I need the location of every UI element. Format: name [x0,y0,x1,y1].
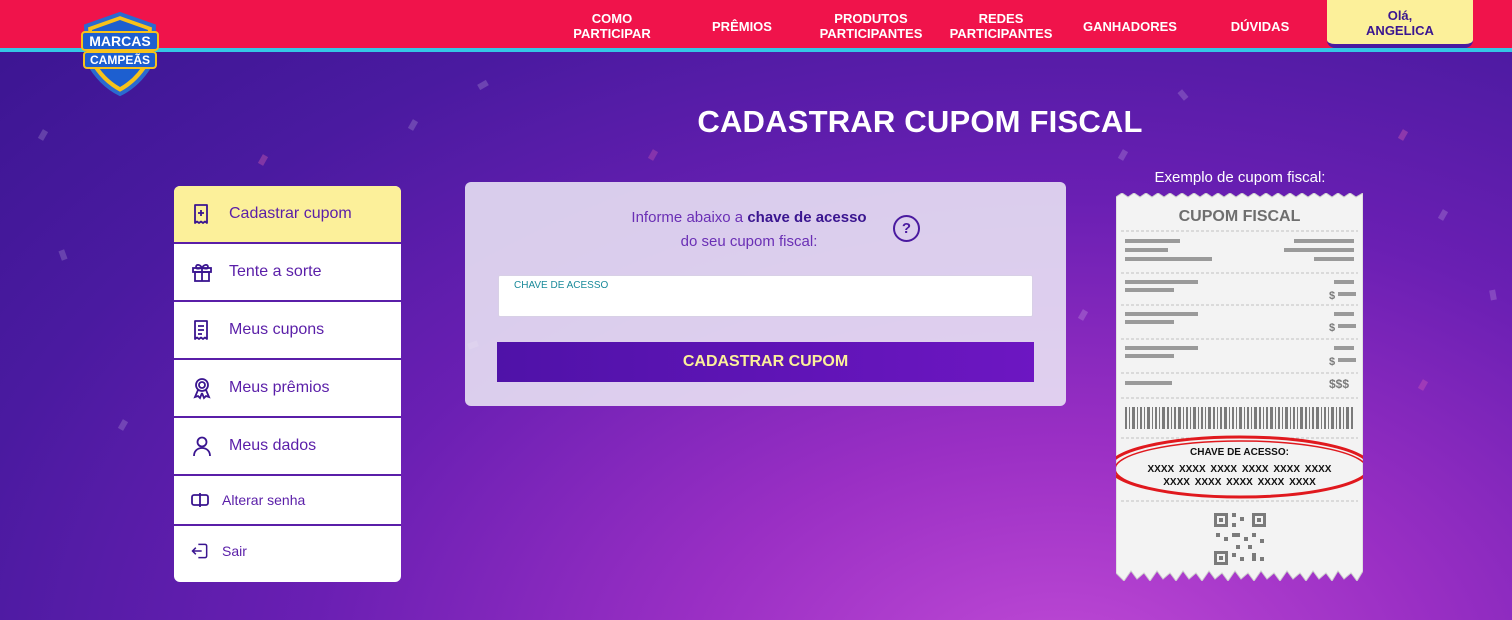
sidebar-item-label: Cadastrar cupom [229,205,352,222]
svg-text:$$$: $$$ [1329,377,1349,391]
sidebar-item-sair[interactable]: Sair [174,526,401,576]
password-icon [190,488,210,512]
svg-text:$: $ [1329,322,1335,334]
sidebar-item-meus-premios[interactable]: Meus prêmios [174,360,401,418]
sidebar-item-label: Meus dados [229,437,317,454]
nav-redes-participantes[interactable]: REDES PARTICIPANTES [945,0,1057,52]
marcas-campeas-logo[interactable]: MARCAS CAMPEÃS [80,11,160,97]
receipt-example-caption: Exemplo de cupom fiscal: [1154,169,1326,186]
page-title: CADASTRAR CUPOM FISCAL [697,104,1143,139]
help-icon[interactable]: ? [893,215,920,242]
instruction-suffix: do seu cupom fiscal: [680,233,818,250]
instruction-prefix: Informe abaixo a [631,209,748,226]
sidebar-item-label: Sair [222,543,247,559]
register-coupon-button[interactable]: CADASTRAR CUPOM [497,342,1034,382]
sidebar-item-tente-a-sorte[interactable]: Tente a sorte [174,244,401,302]
access-key-field[interactable]: CHAVE DE ACESSO [498,275,1033,317]
receipt-list-icon [190,318,214,342]
receipt-add-icon [190,202,214,226]
nav-duvidas[interactable]: DÚVIDAS [1220,0,1300,52]
sidebar-item-meus-dados[interactable]: Meus dados [174,418,401,476]
account-sidebar: Cadastrar cupom Tente a sorte Meus cupon… [174,186,401,582]
sidebar-item-cadastrar-cupom[interactable]: Cadastrar cupom [174,186,401,244]
sidebar-item-label: Alterar senha [222,492,306,508]
svg-text:CAMPEÃS: CAMPEÃS [90,52,150,67]
receipt-access-key-line1: XXXX XXXX XXXX XXXX XXXX XXXX [1147,464,1332,475]
receipt-example-image: $ $ $ $$$ CUPOM FISCAL CHAVE DE ACESSO: … [1116,193,1363,581]
receipt-access-key-line2: XXXX XXXX XXXX XXXX XXXX [1163,477,1316,488]
sidebar-item-meus-cupons[interactable]: Meus cupons [174,302,401,360]
svg-text:$: $ [1329,290,1335,302]
instruction-text: Informe abaixo a chave de acesso do seu … [599,206,899,254]
nav-produtos-participantes[interactable]: PRODUTOS PARTICIPANTES [815,0,927,52]
instruction-bold: chave de acesso [747,209,867,226]
svg-text:$: $ [1329,356,1335,368]
gift-icon [190,260,214,284]
sidebar-item-label: Meus cupons [229,321,325,338]
nav-premios[interactable]: PRÊMIOS [705,0,779,52]
user-icon [190,434,214,458]
sidebar-item-label: Meus prêmios [229,379,330,396]
sidebar-item-alterar-senha[interactable]: Alterar senha [174,476,401,526]
award-icon [190,376,214,400]
nav-ganhadores[interactable]: GANHADORES [1078,0,1182,52]
user-menu-button[interactable]: Olá, ANGELICA [1327,0,1473,48]
access-key-label: CHAVE DE ACESSO [514,280,609,291]
svg-text:MARCAS: MARCAS [89,33,150,49]
nav-como-participar[interactable]: COMO PARTICIPAR [567,0,657,52]
logout-icon [190,539,210,563]
register-coupon-card: Informe abaixo a chave de acesso do seu … [465,182,1066,406]
sidebar-item-label: Tente a sorte [229,263,322,280]
receipt-access-key-label: CHAVE DE ACESSO: [1190,447,1289,458]
receipt-title: CUPOM FISCAL [1178,208,1301,225]
